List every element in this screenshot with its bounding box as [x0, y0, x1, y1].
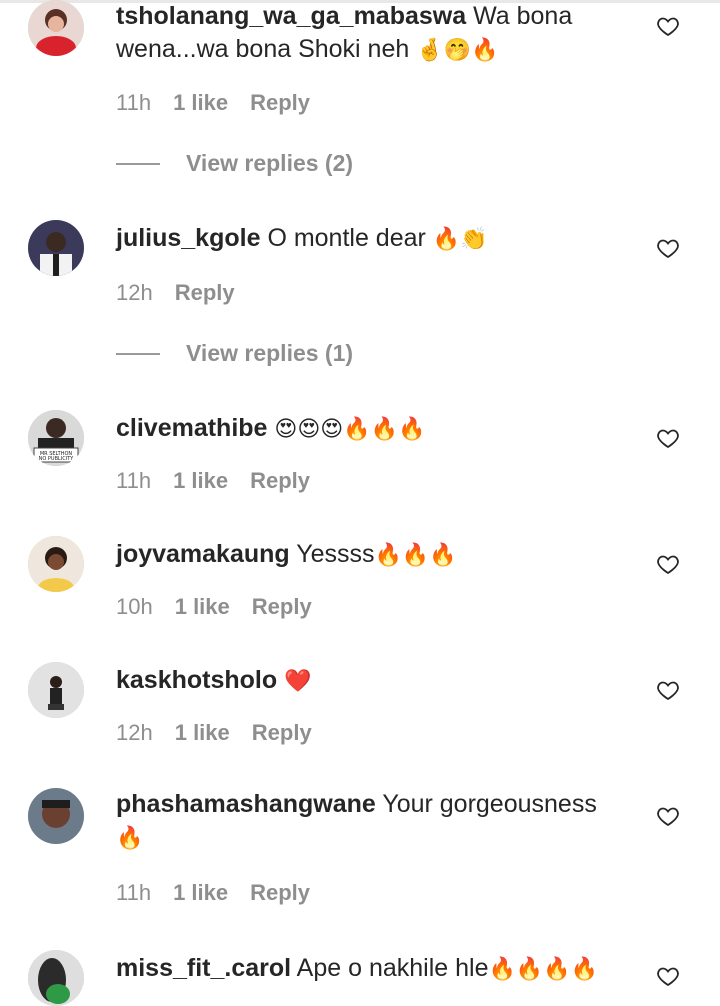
avatar[interactable]: MR SELTHON NO PUBLICITY: [28, 410, 84, 466]
comment-username[interactable]: julius_kgole: [116, 224, 260, 252]
like-heart-icon[interactable]: [656, 804, 680, 828]
comment-meta: 12h 1 like Reply: [116, 720, 312, 746]
reply-button[interactable]: Reply: [250, 468, 310, 494]
comment-likes[interactable]: 1 like: [173, 468, 228, 494]
comment-emoji: 🤞🤭🔥: [416, 38, 499, 63]
comment-username[interactable]: clivemathibe: [116, 414, 267, 442]
like-heart-icon[interactable]: [656, 552, 680, 576]
comment-likes[interactable]: 1 like: [173, 90, 228, 116]
reply-button[interactable]: Reply: [252, 720, 312, 746]
comment-meta: 11h 1 like Reply: [116, 468, 310, 494]
replies-divider: [116, 162, 160, 165]
comment-text: phashamashangwane Your gorgeousness 🔥: [116, 788, 626, 855]
avatar[interactable]: [28, 788, 84, 844]
comment-text: joyvamakaung Yessss🔥🔥🔥: [116, 538, 636, 572]
comment-emoji: 🔥: [116, 826, 144, 851]
comment-username[interactable]: kaskhotsholo: [116, 666, 277, 694]
avatar[interactable]: [28, 662, 84, 718]
reply-button[interactable]: Reply: [175, 280, 235, 306]
comment-emoji: 🔥🔥🔥: [374, 543, 457, 568]
comment-likes[interactable]: 1 like: [175, 720, 230, 746]
reply-button[interactable]: Reply: [250, 880, 310, 906]
comment-likes[interactable]: 1 like: [175, 594, 230, 620]
comment-username[interactable]: tsholanang_wa_ga_mabaswa: [116, 2, 466, 30]
avatar[interactable]: [28, 0, 84, 56]
comment-time: 12h: [116, 720, 153, 745]
view-replies-label: View replies (1): [186, 340, 354, 366]
comment-body: O montle dear: [267, 224, 426, 252]
comment-username[interactable]: phashamashangwane: [116, 790, 376, 818]
replies-divider: [116, 352, 160, 355]
avatar[interactable]: [28, 220, 84, 276]
comment-body: Ape o nakhile hle: [296, 954, 489, 982]
like-heart-icon[interactable]: [656, 236, 680, 260]
comment-text: kaskhotsholo ❤️: [116, 664, 636, 698]
comment-body: Yessss: [296, 540, 375, 568]
view-replies-label: View replies (2): [186, 150, 354, 176]
comment-body: Your gorgeousness: [382, 790, 597, 818]
comment-time: 11h: [116, 468, 152, 493]
comment-emoji: 🔥👏: [432, 227, 488, 252]
comment-meta: 11h 1 like Reply: [116, 880, 310, 906]
comment-meta: 11h 1 like Reply: [116, 90, 310, 116]
comment-time: 12h: [116, 280, 153, 305]
comment-time: 10h: [116, 594, 153, 619]
comment-text: julius_kgole O montle dear 🔥👏: [116, 222, 636, 256]
like-heart-icon[interactable]: [656, 964, 680, 988]
comment-text: miss_fit_.carol Ape o nakhile hle🔥🔥🔥🔥: [116, 952, 636, 986]
reply-button[interactable]: Reply: [252, 594, 312, 620]
comment-text: tsholanang_wa_ga_mabaswa Wa bona wena...…: [116, 0, 636, 67]
comment-meta: 12h Reply: [116, 280, 235, 306]
avatar-caption: NO PUBLICITY: [39, 456, 75, 462]
comment-time: 11h: [116, 880, 152, 905]
comment-username[interactable]: joyvamakaung: [116, 540, 290, 568]
view-replies-button[interactable]: View replies (2): [116, 150, 353, 177]
like-heart-icon[interactable]: [656, 14, 680, 38]
comment-time: 11h: [116, 90, 152, 115]
comment-emoji: 😍😍😍🔥🔥🔥: [274, 417, 426, 442]
reply-button[interactable]: Reply: [250, 90, 310, 116]
comment-emoji: 🔥🔥🔥🔥: [488, 957, 599, 982]
comment-username[interactable]: miss_fit_.carol: [116, 954, 291, 982]
view-replies-button[interactable]: View replies (1): [116, 340, 353, 367]
comment-meta: 10h 1 like Reply: [116, 594, 312, 620]
like-heart-icon[interactable]: [656, 426, 680, 450]
comment-likes[interactable]: 1 like: [173, 880, 228, 906]
like-heart-icon[interactable]: [656, 678, 680, 702]
comment-emoji: ❤️: [284, 669, 312, 694]
comment-text: clivemathibe 😍😍😍🔥🔥🔥: [116, 412, 636, 446]
avatar[interactable]: [28, 536, 84, 592]
avatar[interactable]: [28, 950, 84, 1006]
